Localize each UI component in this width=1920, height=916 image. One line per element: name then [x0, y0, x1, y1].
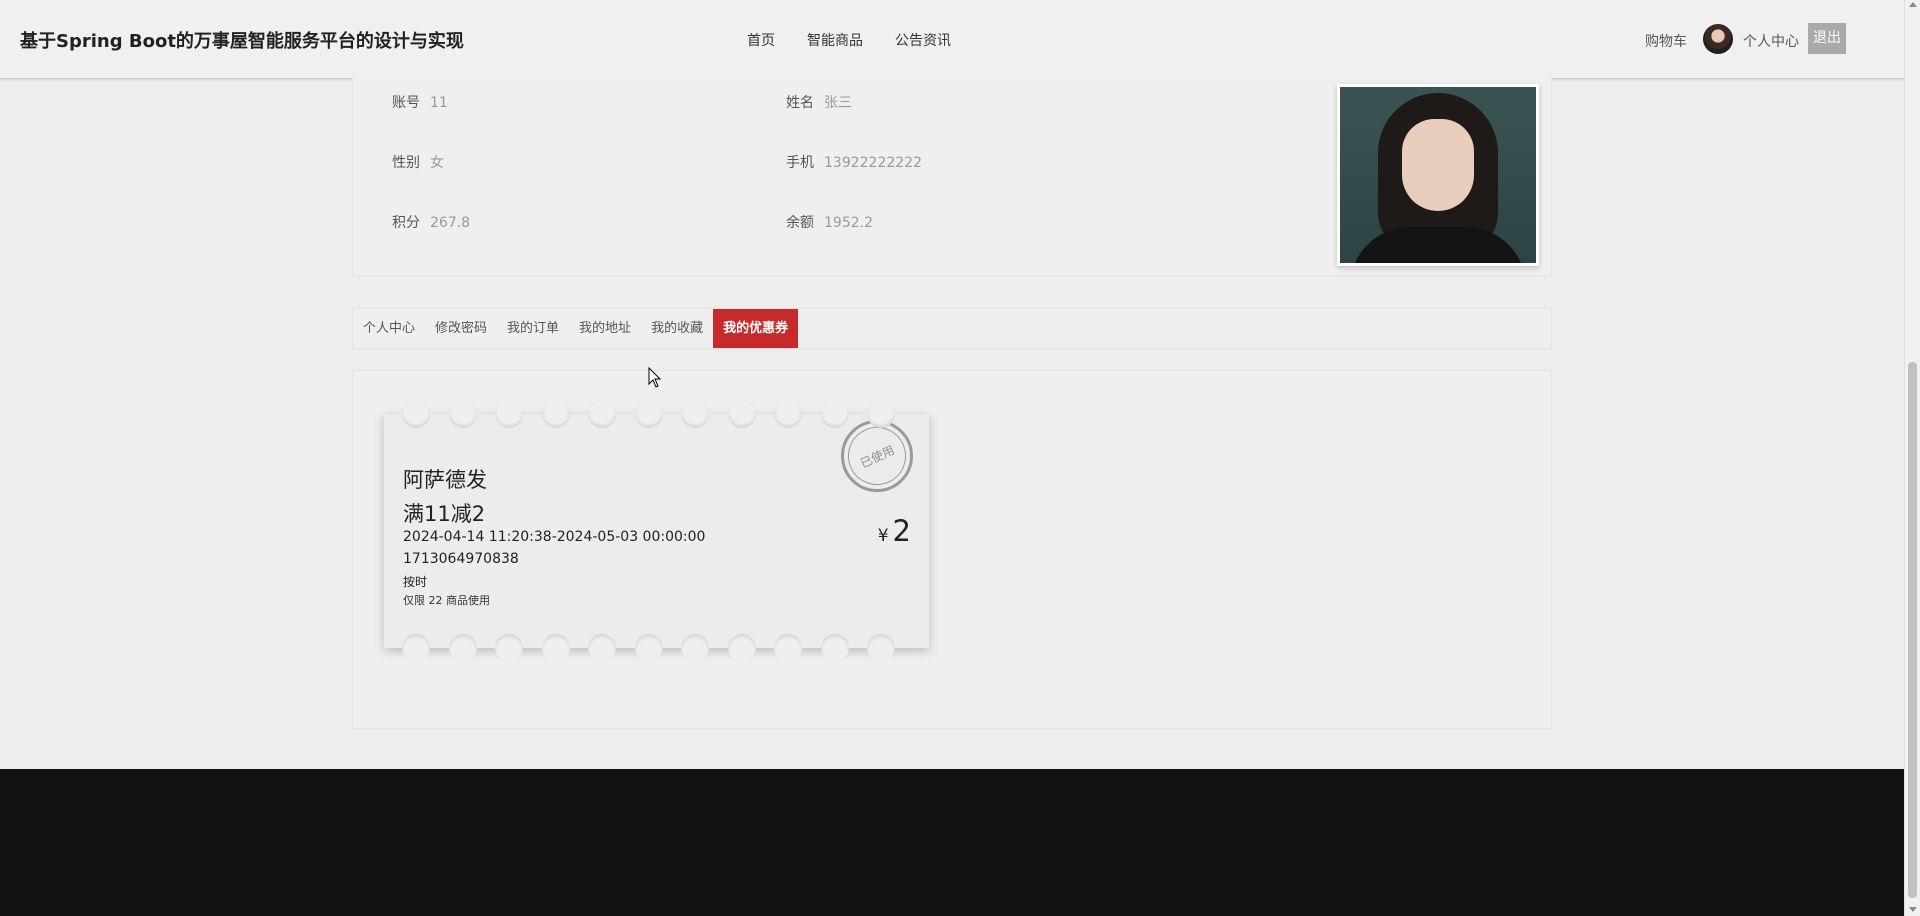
account-label: 账号 [392, 95, 420, 111]
footer [0, 769, 1904, 916]
balance-field: 余额 1952.2 [786, 212, 873, 232]
tab-my-coupons[interactable]: 我的优惠券 [713, 309, 799, 348]
used-stamp-icon: 已使用 [838, 417, 916, 495]
coupon-edge-notch [681, 634, 709, 662]
coupon-edge-notch [541, 400, 570, 428]
name-field: 姓名 张三 [786, 92, 852, 112]
header-user-area: 购物车 个人中心 退出 [1604, 0, 1904, 78]
currency-symbol: ¥ [877, 526, 889, 546]
points-field: 积分 267.8 [392, 212, 470, 232]
coupon-amount: ¥2 [878, 514, 911, 548]
page: 基于Spring Boot的万事屋智能服务平台的设计与实现 首页 智能商品 公告… [0, 0, 1920, 916]
coupon-edge-notch [402, 400, 430, 428]
balance-value: 1952.2 [824, 215, 873, 231]
account-value: 11 [430, 95, 448, 111]
coupon-amount-value: 2 [892, 514, 911, 548]
points-value: 267.8 [430, 215, 471, 231]
gender-label: 性别 [392, 155, 420, 171]
main-nav: 首页 智能商品 公告资讯 [747, 30, 951, 50]
coupon-edge-notch [634, 400, 663, 428]
page-scrollbar[interactable] [1904, 0, 1920, 916]
nav-smart-products[interactable]: 智能商品 [807, 30, 863, 50]
coupon-card[interactable]: 阿萨德发 满11减2 2024-04-14 11:20:38-2024-05-0… [384, 400, 929, 662]
profile-photo [1337, 84, 1539, 266]
balance-label: 余额 [786, 215, 814, 231]
coupon-code: 1713064970838 [403, 551, 519, 567]
scroll-down-icon[interactable] [1909, 907, 1917, 912]
coupon-name: 阿萨德发 [403, 468, 487, 492]
profile-tabs: 个人中心 修改密码 我的订单 我的地址 我的收藏 我的优惠券 [352, 308, 1552, 349]
nav-home[interactable]: 首页 [747, 30, 775, 50]
phone-value: 13922222222 [824, 155, 922, 171]
coupon-edge-notch [402, 634, 430, 662]
scroll-thumb[interactable] [1908, 362, 1917, 898]
tab-my-favorites[interactable]: 我的收藏 [641, 309, 713, 348]
coupon-edge-notch [448, 634, 477, 662]
phone-label: 手机 [786, 155, 814, 171]
mouse-cursor-icon [648, 367, 662, 388]
coupon-edge-notch [541, 634, 570, 662]
coupon-edge-notch [588, 634, 616, 662]
coupon-edge-notch [634, 634, 663, 662]
coupon-edge-notch [727, 400, 756, 428]
tab-my-orders[interactable]: 我的订单 [497, 309, 569, 348]
avatar[interactable] [1703, 24, 1733, 54]
coupon-limit: 仅限 22 商品使用 [403, 594, 490, 607]
coupon-edge-notch [820, 400, 849, 428]
tab-profile[interactable]: 个人中心 [353, 309, 425, 348]
coupon-edge-notch [495, 634, 523, 662]
coupon-edge-notch [774, 400, 802, 428]
gender-field: 性别女 [392, 152, 444, 172]
coupon-validity: 2024-04-14 11:20:38-2024-05-03 00:00:00 [403, 529, 706, 545]
site-title: 基于Spring Boot的万事屋智能服务平台的设计与实现 [20, 31, 464, 52]
coupon-edge-notch [495, 400, 523, 428]
name-value: 张三 [824, 95, 852, 111]
coupon-edge-notch [727, 634, 756, 662]
coupon-edge-notch [867, 400, 895, 428]
coupon-edge-notch [820, 634, 849, 662]
top-header: 基于Spring Boot的万事屋智能服务平台的设计与实现 首页 智能商品 公告… [0, 0, 1904, 79]
cart-link[interactable]: 购物车 [1645, 31, 1687, 51]
coupon-edge-notch [774, 634, 802, 662]
name-label: 姓名 [786, 95, 814, 111]
tab-change-password[interactable]: 修改密码 [425, 309, 497, 348]
coupon-edge-notch [867, 634, 895, 662]
gender-value: 女 [430, 155, 444, 171]
points-label: 积分 [392, 215, 420, 231]
phone-field: 手机 13922222222 [786, 152, 922, 172]
tab-my-addresses[interactable]: 我的地址 [569, 309, 641, 348]
coupon-edge-notch [681, 400, 709, 428]
logout-button[interactable]: 退出 [1808, 23, 1846, 54]
coupon-rule: 满11减2 [403, 502, 486, 526]
coupon-type: 按时 [403, 575, 428, 589]
coupon-edge-notch [588, 400, 616, 428]
nav-announcements[interactable]: 公告资讯 [895, 30, 951, 50]
profile-link[interactable]: 个人中心 [1743, 31, 1799, 51]
account-field: 账号 11 [392, 92, 448, 112]
stamp-text: 已使用 [838, 417, 916, 495]
coupon-edge-notch [448, 400, 477, 428]
scroll-up-icon[interactable] [1909, 2, 1917, 7]
